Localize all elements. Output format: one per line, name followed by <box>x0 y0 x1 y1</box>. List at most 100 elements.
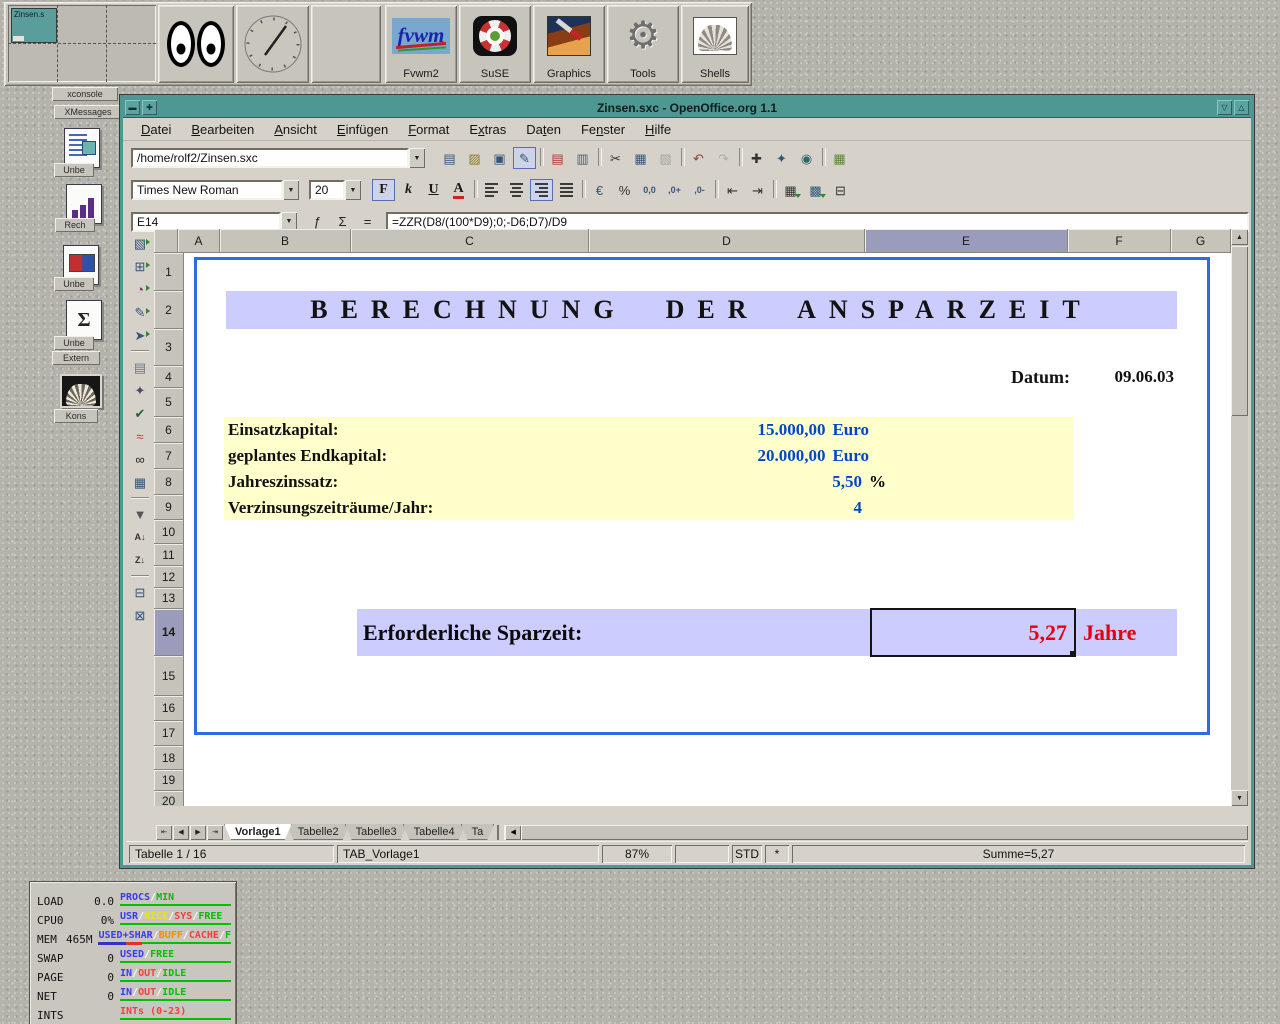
menu-bearbeiten[interactable]: Bearbeiten <box>181 120 264 139</box>
row-header-6[interactable]: 6 <box>154 417 184 443</box>
stylist-icon[interactable]: ✦ <box>770 147 793 169</box>
align-center-icon[interactable] <box>505 179 528 201</box>
horizontal-scroll-thumb[interactable] <box>521 825 1248 840</box>
menu-einfügen[interactable]: Einfügen <box>327 120 398 139</box>
tab-splitter[interactable] <box>497 825 505 840</box>
desktop-icon-unbenannt-3[interactable]: Unbe <box>54 336 94 350</box>
scroll-left-button[interactable]: ◀ <box>505 825 521 840</box>
menu-daten[interactable]: Daten <box>516 120 571 139</box>
pager-mini-window[interactable]: Zinsen.s <box>11 8 57 43</box>
row-header-19[interactable]: 19 <box>154 770 184 791</box>
find-replace-icon[interactable]: ∞ <box>128 448 152 471</box>
autofilter-icon[interactable]: ▼ <box>128 503 152 526</box>
row-header-8[interactable]: 8 <box>154 469 184 495</box>
sort-descending-icon[interactable]: Z↓ <box>128 549 152 572</box>
status-insert-mode[interactable] <box>675 845 729 863</box>
decrease-indent-icon[interactable]: ⇤ <box>721 179 744 201</box>
save-icon[interactable]: ▣ <box>488 147 511 169</box>
window-maximize-button[interactable]: △ <box>1234 100 1249 115</box>
row-header-7[interactable]: 7 <box>154 443 184 469</box>
cut-icon[interactable]: ✂ <box>604 147 627 169</box>
prev-sheet-button[interactable]: ◀ <box>173 825 189 840</box>
desktop-icon-xmessages[interactable]: XMessages <box>54 105 122 119</box>
spellcheck-icon[interactable]: ✔ <box>128 402 152 425</box>
vertical-scroll-thumb[interactable] <box>1231 246 1248 416</box>
menu-extras[interactable]: Extras <box>459 120 516 139</box>
row-header-16[interactable]: 16 <box>154 696 184 721</box>
column-header-E[interactable]: E <box>865 229 1068 253</box>
hyperlink-icon[interactable]: ◉ <box>795 147 818 169</box>
desktop-icon-unbenannt-2[interactable]: Unbe <box>54 277 94 291</box>
xeyes-applet[interactable] <box>158 5 234 83</box>
clock-applet[interactable] <box>236 5 309 83</box>
row-header-20[interactable]: 20 <box>154 791 184 806</box>
gallery-icon[interactable]: ▦ <box>828 147 851 169</box>
window-iconify-button[interactable]: ▽ <box>1217 100 1232 115</box>
scroll-up-button[interactable]: ▲ <box>1231 229 1248 245</box>
insert-object-icon[interactable]: ◔ <box>128 278 152 301</box>
taskbar-button-graphics[interactable]: Graphics <box>533 5 605 83</box>
status-sum[interactable]: Summe=5,27 <box>792 845 1245 863</box>
bold-icon[interactable]: F <box>372 179 395 201</box>
copy-icon[interactable]: ▦ <box>629 147 652 169</box>
draw-functions-icon[interactable]: ✎ <box>128 301 152 324</box>
horizontal-scrollbar[interactable]: ◀ <box>505 825 1248 840</box>
menu-ansicht[interactable]: Ansicht <box>264 120 327 139</box>
new-document-icon[interactable]: ▤ <box>438 147 461 169</box>
desktop-icon-xconsole[interactable]: xconsole <box>52 87 118 101</box>
window-sticky-button[interactable]: ✚ <box>142 100 157 115</box>
window-titlebar[interactable]: ▬ ✚ Zinsen.sxc - OpenOffice.org 1.1 ▽ △ <box>123 98 1251 118</box>
add-decimal-place-icon[interactable]: ,0+ <box>663 179 686 201</box>
url-dropdown-button[interactable]: ▼ <box>409 148 425 168</box>
last-sheet-button[interactable]: ⇥ <box>207 825 223 840</box>
status-zoom[interactable]: 87% <box>602 845 672 863</box>
export-pdf-icon[interactable]: ▤ <box>546 147 569 169</box>
desktop-icon-math-doc[interactable]: Σ <box>66 300 102 340</box>
row-header-9[interactable]: 9 <box>154 495 184 520</box>
underline-icon[interactable]: U <box>422 179 445 201</box>
insert-document-icon[interactable]: ▤ <box>128 356 152 379</box>
align-justify-icon[interactable] <box>555 179 578 201</box>
sheet-grid[interactable]: BERECHNUNG DER ANSPARZEIT Datum: 09.06.0… <box>184 253 1231 806</box>
status-page-style[interactable]: TAB_Vorlage1 <box>337 845 599 863</box>
font-size-dropdown[interactable]: ▼ <box>345 180 361 200</box>
menu-format[interactable]: Format <box>398 120 459 139</box>
align-left-icon[interactable] <box>480 179 503 201</box>
increase-indent-icon[interactable]: ⇥ <box>746 179 769 201</box>
sheet-tab-tabelle2[interactable]: Tabelle2 <box>287 824 350 840</box>
number-format-standard-icon[interactable]: 0,0 <box>638 179 661 201</box>
taskbar-button-suse[interactable]: SuSE <box>459 5 531 83</box>
menu-fenster[interactable]: Fenster <box>571 120 635 139</box>
number-format-percent-icon[interactable]: % <box>613 179 636 201</box>
font-name-input[interactable] <box>131 180 283 200</box>
group-icon[interactable]: ⊟ <box>128 581 152 604</box>
auto-spellcheck-icon[interactable]: ≈ <box>128 425 152 448</box>
menu-datei[interactable]: Datei <box>131 120 181 139</box>
sheet-tab-ta[interactable]: Ta <box>461 824 495 840</box>
column-header-D[interactable]: D <box>589 229 865 253</box>
row-header-3[interactable]: 3 <box>154 329 184 366</box>
column-header-G[interactable]: G <box>1171 229 1231 253</box>
window-menu-button[interactable]: ▬ <box>125 100 140 115</box>
desktop-icon-unbenannt-1[interactable]: Unbe <box>54 163 94 177</box>
sheet-tab-tabelle3[interactable]: Tabelle3 <box>345 824 408 840</box>
empty-taskbar-button[interactable] <box>311 5 381 83</box>
print-icon[interactable]: ▥ <box>571 147 594 169</box>
virtual-desktop-pager[interactable]: Zinsen.s <box>8 5 156 82</box>
row-header-12[interactable]: 12 <box>154 566 184 588</box>
status-sheet-info[interactable]: Tabelle 1 / 16 <box>129 845 334 863</box>
row-header-13[interactable]: 13 <box>154 588 184 609</box>
delete-decimal-place-icon[interactable]: ,0- <box>688 179 711 201</box>
sheet-tab-tabelle4[interactable]: Tabelle4 <box>403 824 466 840</box>
navigator-icon[interactable]: ✚ <box>745 147 768 169</box>
row-header-18[interactable]: 18 <box>154 746 184 770</box>
number-format-currency-icon[interactable]: € <box>588 179 611 201</box>
vertical-scrollbar[interactable]: ▲ ▼ <box>1231 229 1248 806</box>
borders-icon[interactable]: ▦ <box>779 179 802 201</box>
font-name-dropdown[interactable]: ▼ <box>283 180 299 200</box>
column-header-A[interactable]: A <box>178 229 220 253</box>
undo-icon[interactable]: ↶ <box>687 147 710 169</box>
desktop-icon-writer-doc[interactable] <box>64 128 100 168</box>
insert-icon[interactable]: ▧ <box>128 232 152 255</box>
cell-cursor[interactable]: 5,27 <box>870 608 1076 657</box>
